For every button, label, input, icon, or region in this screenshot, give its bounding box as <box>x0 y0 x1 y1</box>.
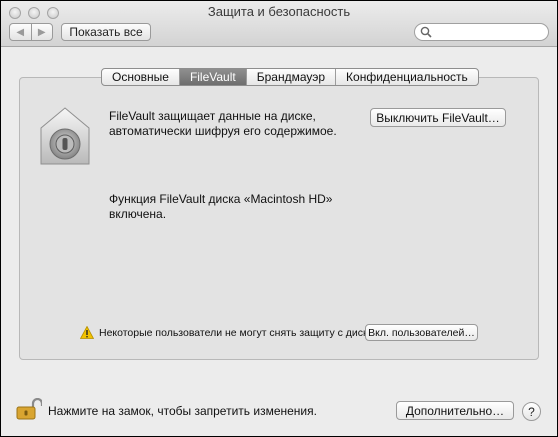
tab-privacy[interactable]: Конфиденциальность <box>335 69 478 85</box>
show-all-button[interactable]: Показать все <box>61 23 151 41</box>
window-title: Защита и безопасность <box>207 4 351 19</box>
advanced-button[interactable]: Дополнительно… <box>396 401 514 420</box>
lock-instruction-text: Нажмите на замок, чтобы запретить измене… <box>48 404 317 418</box>
search-field[interactable] <box>414 23 549 41</box>
warning-triangle-icon <box>80 326 94 339</box>
tab-bar: Основные FileVault Брандмауэр Конфиденци… <box>101 68 479 86</box>
tab-firewall[interactable]: Брандмауэр <box>245 69 335 85</box>
back-arrow-icon[interactable]: ◀ <box>10 24 31 40</box>
filevault-status: Функция FileVault диска «Macintosh HD» в… <box>109 192 333 221</box>
toolbar: Защита и безопасность ◀ ▶ Показать все <box>1 1 557 47</box>
filevault-description: FileVault защищает данные на диске, авто… <box>109 109 337 138</box>
forward-arrow-icon[interactable]: ▶ <box>30 24 53 40</box>
preferences-window: Защита и безопасность ◀ ▶ Показать все О… <box>0 0 558 437</box>
back-forward-control: ◀ ▶ <box>9 23 53 41</box>
enable-users-button[interactable]: Вкл. пользователей… <box>365 324 478 341</box>
warning-text: Некоторые пользователи не могут снять за… <box>99 327 377 339</box>
help-button[interactable]: ? <box>522 402 541 421</box>
search-icon <box>420 26 432 38</box>
tab-general[interactable]: Основные <box>102 69 179 85</box>
padlock-open-icon[interactable] <box>16 398 42 420</box>
tab-filevault[interactable]: FileVault <box>178 69 246 85</box>
filevault-safe-icon <box>40 107 90 165</box>
turn-off-filevault-button[interactable]: Выключить FileVault… <box>370 108 506 127</box>
